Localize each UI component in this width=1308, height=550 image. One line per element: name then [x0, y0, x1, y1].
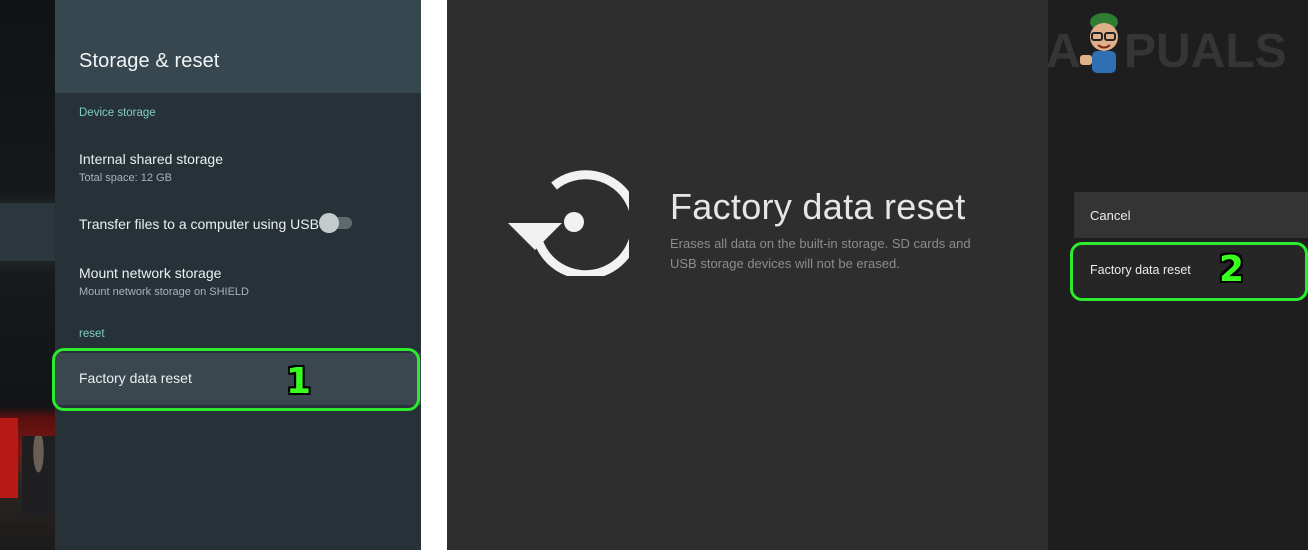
- reset-icon: [508, 170, 629, 276]
- menu-item-title: Internal shared storage: [79, 151, 223, 167]
- step-marker-1: 1: [286, 361, 312, 402]
- settings-panel: Storage & reset Device storage Internal …: [55, 0, 421, 550]
- watermark-logo: A PUALS: [1046, 13, 1287, 75]
- menu-item-subtitle: Mount network storage on SHIELD: [79, 286, 249, 298]
- right-screenshot: Factory data reset Erases all data on th…: [447, 0, 1308, 550]
- page-title: Storage & reset: [79, 50, 220, 72]
- highlight-box-step-1: [52, 348, 420, 411]
- dialog-description: Erases all data on the built-in storage.…: [670, 236, 971, 271]
- section-label-device-storage: Device storage: [79, 107, 156, 119]
- menu-item-subtitle: Total space: 12 GB: [79, 172, 172, 184]
- menu-item-title: Mount network storage: [79, 265, 222, 281]
- left-screenshot: Storage & reset Device storage Internal …: [0, 0, 421, 550]
- svg-text:PUALS: PUALS: [1124, 25, 1287, 75]
- settings-header: Storage & reset: [55, 0, 421, 93]
- section-label-reset: reset: [79, 328, 105, 340]
- background-thumbnail: [0, 418, 18, 498]
- menu-item-title: Transfer files to a computer using USB: [79, 216, 319, 232]
- background-thumbnail-person: [22, 436, 55, 516]
- toggle-knob: [319, 213, 339, 233]
- step-marker-2: 2: [1219, 249, 1245, 290]
- cancel-button-label: Cancel: [1090, 208, 1131, 223]
- dialog-title: Factory data reset: [670, 186, 966, 227]
- cancel-button[interactable]: Cancel: [1074, 192, 1308, 238]
- background-app-tile: [0, 203, 55, 261]
- highlight-box-step-2: [1070, 242, 1308, 301]
- confirm-dialog: Factory data reset Erases all data on th…: [447, 0, 1048, 550]
- svg-text:A: A: [1046, 25, 1081, 75]
